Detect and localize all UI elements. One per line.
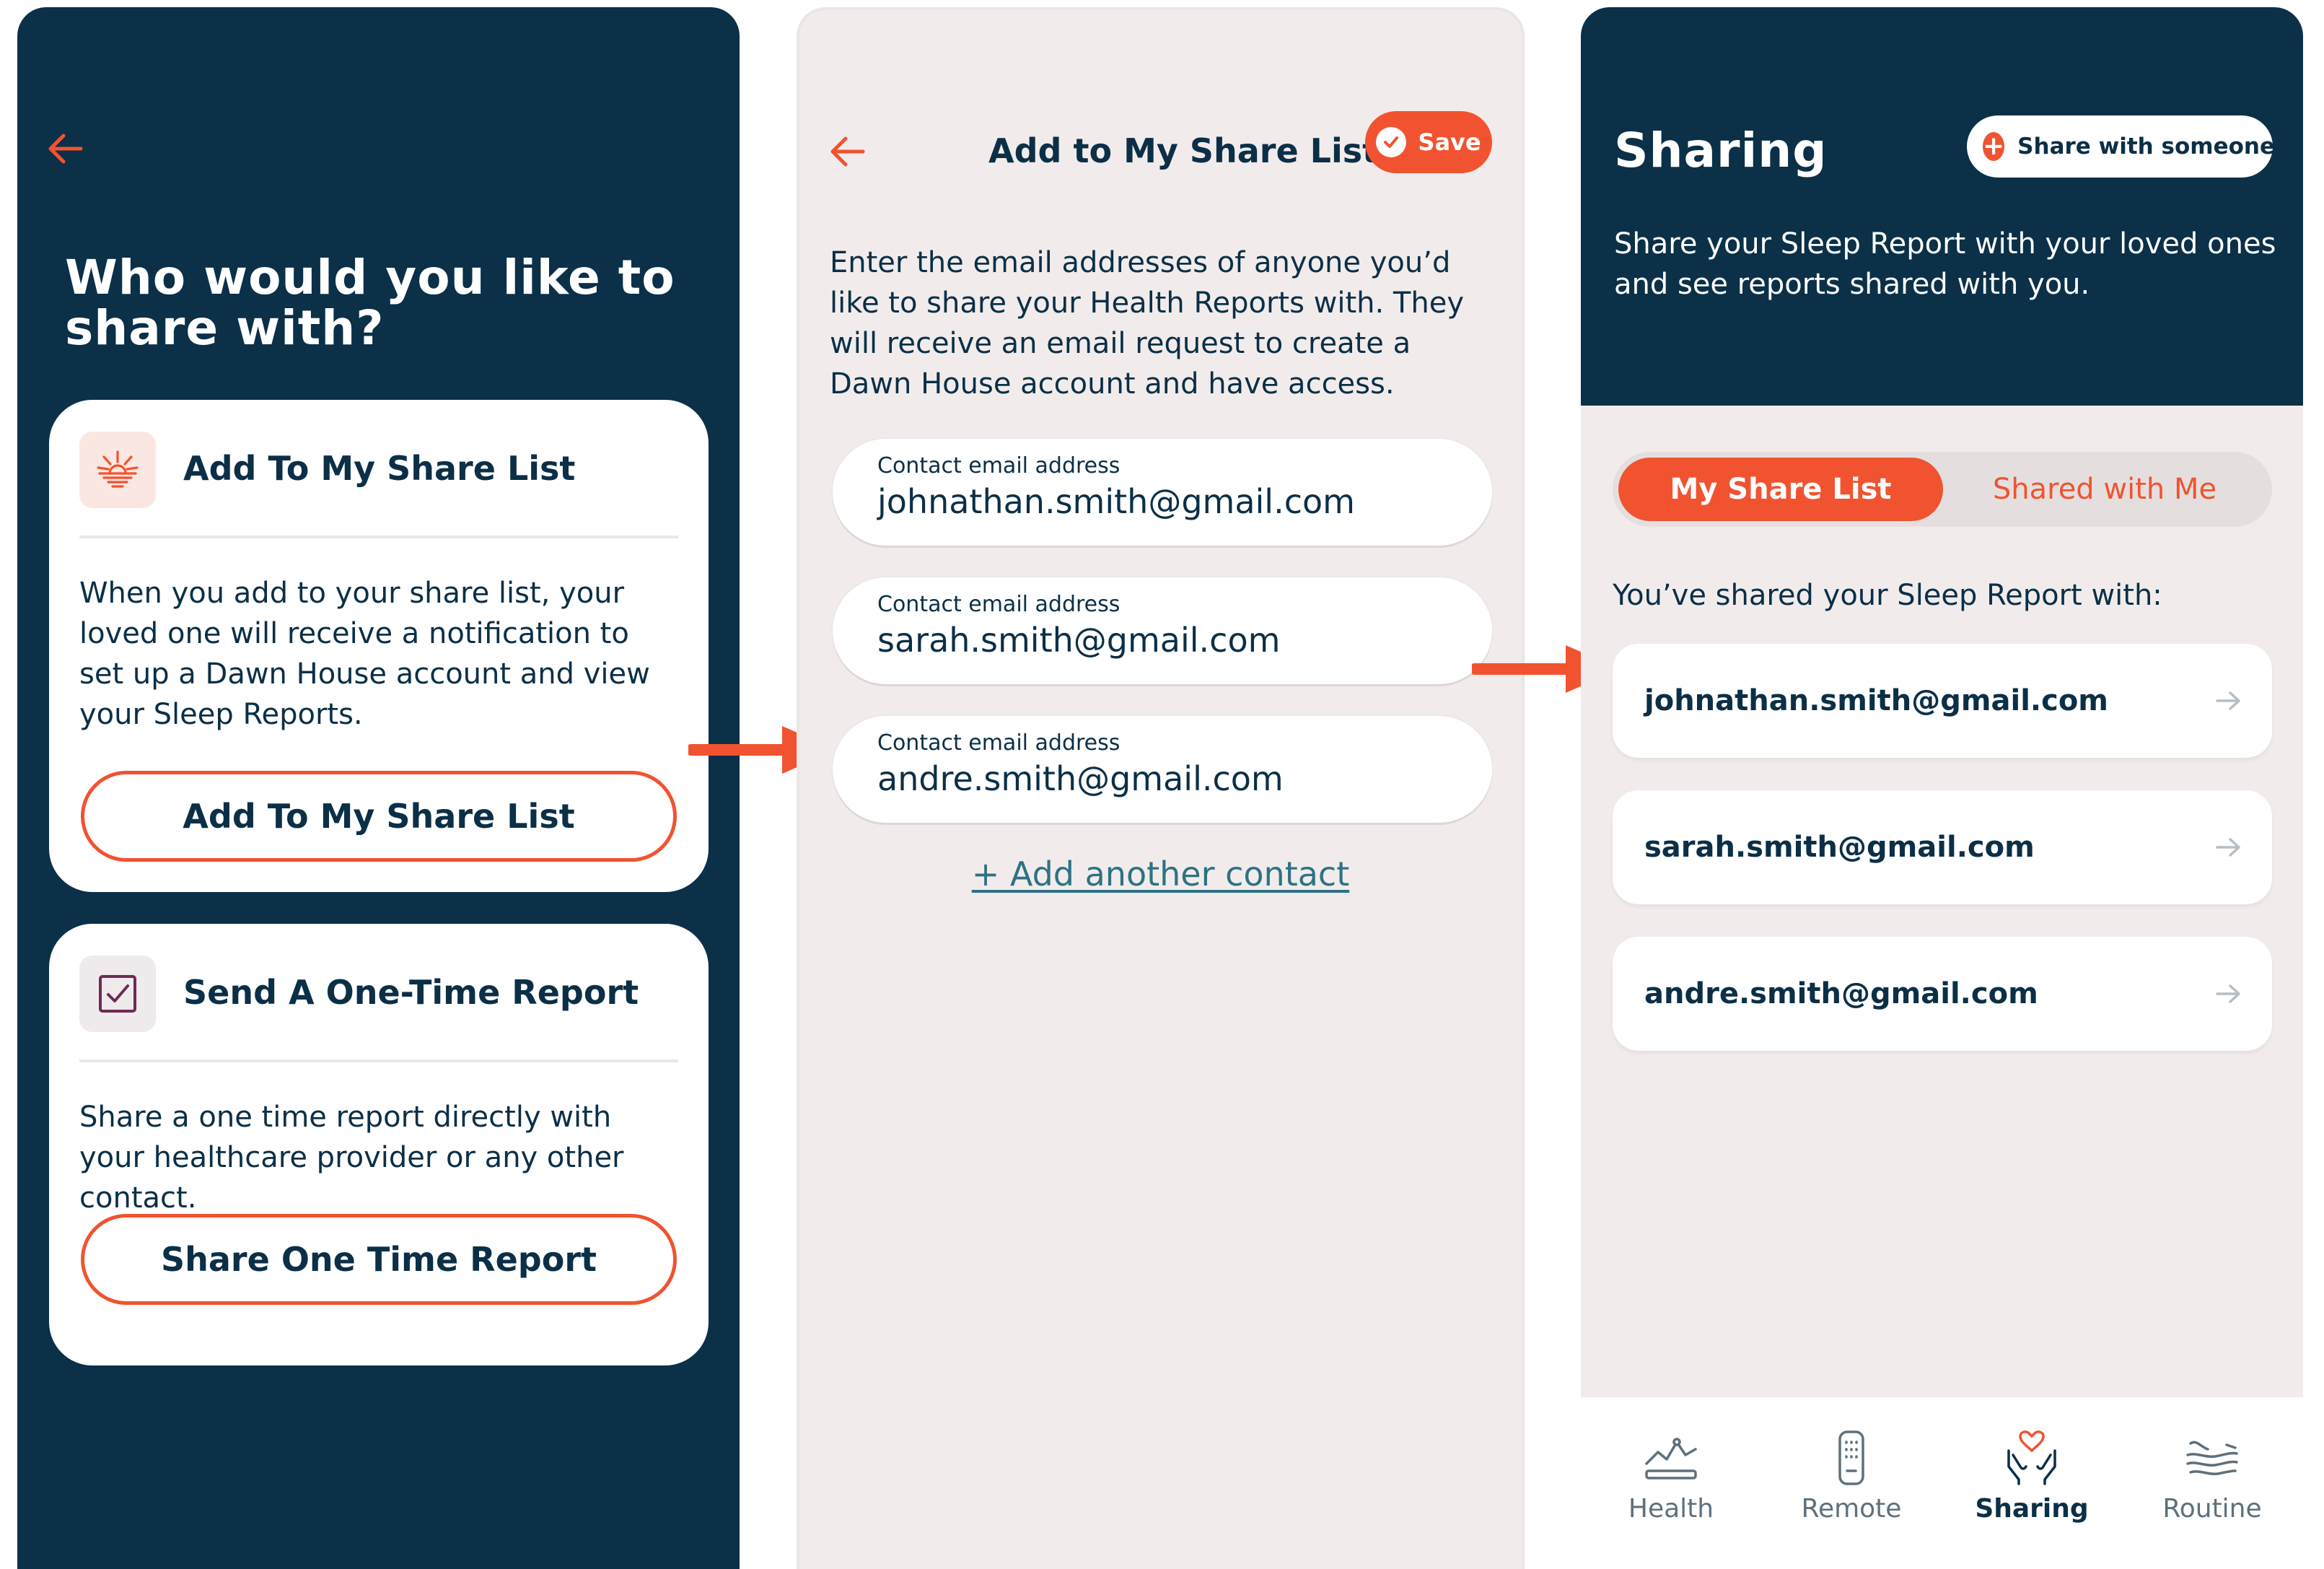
arrow-right-icon (2216, 838, 2240, 857)
tab-shared-with-me[interactable]: Shared with Me (1943, 458, 2266, 521)
check-circle-icon (1376, 127, 1407, 157)
arrow-right-icon (2216, 691, 2240, 710)
intro-text: Enter the email addresses of anyone you’… (830, 246, 1464, 401)
share-one-time-report-button[interactable]: Share One Time Report (81, 1214, 677, 1305)
sharing-header: Sharing + Share with someone Share your … (1581, 7, 2303, 406)
sunrise-icon (79, 432, 156, 508)
page-title: Sharing (1614, 123, 1828, 178)
shared-contact-email: johnathan.smith@gmail.com (1644, 684, 2108, 717)
email-field[interactable]: Contact email address johnathan.smith@gm… (833, 439, 1492, 546)
arrow-right-icon (2216, 984, 2240, 1003)
sharing-screen: Sharing + Share with someone Share your … (1581, 7, 2303, 1569)
shared-contact-email: sarah.smith@gmail.com (1644, 831, 2035, 864)
add-to-share-list-button[interactable]: Add To My Share List (81, 771, 677, 862)
card-title: Add To My Share List (183, 449, 576, 488)
email-field-value[interactable]: sarah.smith@gmail.com (877, 621, 1280, 660)
tab-my-share-list[interactable]: My Share List (1618, 458, 1943, 521)
email-field[interactable]: Contact email address andre.smith@gmail.… (833, 716, 1492, 823)
shared-contact-email: andre.smith@gmail.com (1644, 977, 2038, 1010)
nav-tab-sharing[interactable]: Sharing (1942, 1397, 2122, 1569)
email-field-label: Contact email address (877, 592, 1121, 617)
nav-tab-health[interactable]: Health (1581, 1397, 1761, 1569)
nav-label: Sharing (1975, 1494, 2089, 1524)
email-field-value[interactable]: johnathan.smith@gmail.com (877, 482, 1355, 521)
one-time-report-card: Send A One-Time Report Share a one time … (49, 924, 709, 1365)
shared-contact-row[interactable]: johnathan.smith@gmail.com (1613, 644, 2272, 758)
card-title: Send A One-Time Report (183, 973, 639, 1012)
bottom-tab-bar: Health Remote Sharing Routine (1581, 1397, 2303, 1569)
nav-tab-routine[interactable]: Routine (2122, 1397, 2302, 1569)
share-with-someone-button[interactable]: + Share with someone (1967, 115, 2276, 178)
nav-label: Routine (2162, 1494, 2262, 1524)
shared-contact-row[interactable]: sarah.smith@gmail.com (1613, 790, 2272, 904)
share-with-someone-label: Share with someone (2017, 134, 2276, 159)
add-share-list-screen: Add to My Share List Save Enter the emai… (797, 7, 1525, 1569)
divider (79, 536, 678, 538)
sharing-description: Share your Sleep Report with your loved … (1614, 227, 2276, 301)
shared-contact-row[interactable]: andre.smith@gmail.com (1613, 937, 2272, 1051)
email-field-value[interactable]: andre.smith@gmail.com (877, 759, 1284, 798)
nav-label: Remote (1801, 1494, 1902, 1524)
save-label: Save (1418, 128, 1481, 156)
page-title: Add to My Share List (988, 131, 1379, 170)
remote-icon (1838, 1430, 1864, 1485)
share-segmented-control: My Share List Shared with Me (1613, 452, 2272, 527)
checkbox-icon (79, 956, 156, 1032)
add-another-contact-link[interactable]: + Add another contact (799, 855, 1522, 893)
share-options-screen: Who would you like to share with? Add To (17, 7, 740, 1569)
nav-label: Health (1628, 1494, 1714, 1524)
divider (79, 1059, 678, 1062)
arrow-left-icon[interactable] (45, 128, 85, 169)
email-field[interactable]: Contact email address sarah.smith@gmail.… (833, 577, 1492, 684)
shared-with-label: You’ve shared your Sleep Report with: (1613, 579, 2162, 612)
health-chart-icon (1645, 1438, 1697, 1480)
card-description: When you add to your share list, your lo… (79, 577, 650, 731)
share-list-card: Add To My Share List When you add to you… (49, 400, 709, 892)
nav-tab-remote[interactable]: Remote (1761, 1397, 1942, 1569)
routine-waves-icon (2186, 1441, 2238, 1476)
page-heading: Who would you like to share with? (65, 250, 675, 356)
card-description: Share a one time report directly with yo… (79, 1101, 624, 1215)
save-button[interactable]: Save (1365, 111, 1492, 173)
plus-circle-icon: + (1983, 131, 2005, 161)
heart-hands-icon (2007, 1430, 2056, 1485)
arrow-left-icon[interactable] (827, 131, 867, 172)
email-field-label: Contact email address (877, 730, 1121, 756)
email-field-label: Contact email address (877, 453, 1121, 478)
